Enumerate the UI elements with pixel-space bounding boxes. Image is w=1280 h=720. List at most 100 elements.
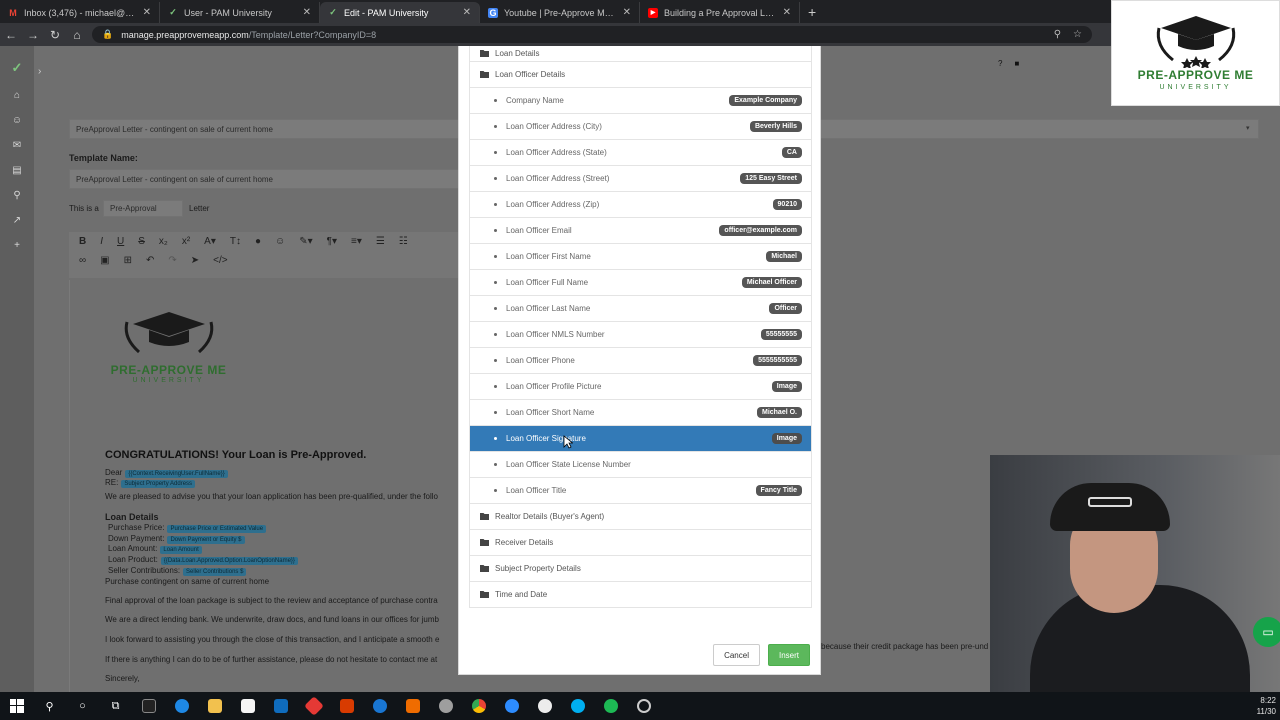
- url-field[interactable]: 🔒 manage.preapprovemeapp.com /Template/L…: [92, 26, 1092, 43]
- field-lo-email[interactable]: Loan Officer Email officer@example.com: [470, 218, 811, 244]
- emoji-icon[interactable]: ☺: [275, 236, 285, 247]
- merge-field-chip[interactable]: {{Data.Loan.Approved.Option.LoanOptionNa…: [160, 557, 298, 565]
- field-lo-address-state[interactable]: Loan Officer Address (State) CA: [470, 140, 811, 166]
- merge-field-chip[interactable]: Down Payment or Equity $: [167, 536, 245, 544]
- field-lo-signature[interactable]: Loan Officer Signature Image: [470, 426, 811, 452]
- chat-widget-icon[interactable]: ▭: [1253, 617, 1280, 647]
- plus-icon[interactable]: +: [14, 240, 20, 251]
- skype-icon[interactable]: [561, 692, 594, 720]
- folder-time-and-date[interactable]: Time and Date: [470, 582, 811, 608]
- field-company-name[interactable]: Company Name Example Company: [470, 88, 811, 114]
- field-lo-address-street[interactable]: Loan Officer Address (Street) 125 Easy St…: [470, 166, 811, 192]
- lock-icon[interactable]: ■: [1014, 59, 1019, 68]
- ordered-list-icon[interactable]: ☰: [376, 236, 385, 247]
- highlight-icon[interactable]: ●: [255, 236, 261, 247]
- field-lo-title[interactable]: Loan Officer Title Fancy Title: [470, 478, 811, 504]
- tab-gmail[interactable]: M Inbox (3,476) - michael@preapp... ✕: [0, 2, 160, 23]
- italic-icon[interactable]: I: [100, 236, 103, 247]
- image-icon[interactable]: ▣: [100, 255, 109, 266]
- bold-icon[interactable]: B: [79, 236, 86, 247]
- field-lo-last-name[interactable]: Loan Officer Last Name Officer: [470, 296, 811, 322]
- subscript-icon[interactable]: x₂: [159, 236, 168, 247]
- merge-field-chip[interactable]: Purchase Price or Estimated Value: [167, 525, 267, 533]
- insert-button[interactable]: Insert: [767, 644, 810, 666]
- folder-subject-property-details[interactable]: Subject Property Details: [470, 556, 811, 582]
- underline-icon[interactable]: U: [117, 236, 124, 247]
- file-explorer-icon[interactable]: [198, 692, 231, 720]
- letter-type-select[interactable]: Pre-Approval: [103, 200, 183, 217]
- cortana-icon[interactable]: ○: [66, 692, 99, 720]
- template-name-input[interactable]: PreApproval Letter - contingent on sale …: [69, 169, 459, 189]
- app-icon-gray[interactable]: [429, 692, 462, 720]
- edge-icon[interactable]: [165, 692, 198, 720]
- app-icon-1[interactable]: [132, 692, 165, 720]
- reload-icon[interactable]: ↻: [44, 28, 66, 42]
- tab-edit-pam[interactable]: ✓ Edit - PAM University ✕: [320, 2, 480, 23]
- tab-youtube-list[interactable]: G Youtube | Pre-Approve Me (List) ✕: [480, 2, 640, 23]
- field-lo-nmls-number[interactable]: Loan Officer NMLS Number 55555555: [470, 322, 811, 348]
- chevron-down-icon[interactable]: ▾: [1246, 124, 1250, 132]
- share-icon[interactable]: ↗: [13, 215, 21, 226]
- merge-field-chip[interactable]: Loan Amount: [160, 546, 202, 554]
- undo-icon[interactable]: ↶: [146, 255, 154, 266]
- font-size-icon[interactable]: T↕: [230, 236, 241, 247]
- home-icon[interactable]: ⌂: [66, 28, 88, 42]
- folder-realtor-details[interactable]: Realtor Details (Buyer's Agent): [470, 504, 811, 530]
- strikethrough-icon[interactable]: S: [138, 236, 145, 247]
- paragraph-icon[interactable]: ¶▾: [327, 236, 337, 247]
- back-icon[interactable]: ←: [0, 28, 22, 42]
- cancel-button[interactable]: Cancel: [713, 644, 760, 666]
- check-logo-icon[interactable]: ✓: [12, 60, 23, 76]
- code-view-icon[interactable]: </>: [213, 255, 227, 266]
- app-icon-red[interactable]: [297, 692, 330, 720]
- redo-icon[interactable]: ↷: [168, 255, 176, 266]
- zoom-icon[interactable]: ⚲: [1054, 29, 1061, 40]
- align-icon[interactable]: ≡▾: [351, 236, 362, 247]
- unordered-list-icon[interactable]: ☷: [399, 236, 408, 247]
- superscript-icon[interactable]: x²: [182, 236, 190, 247]
- chevron-right-icon[interactable]: ›: [38, 66, 41, 77]
- help-icon[interactable]: ?: [998, 59, 1002, 68]
- search-icon[interactable]: ⚲: [33, 692, 66, 720]
- mail-icon[interactable]: [264, 692, 297, 720]
- search-icon[interactable]: ⚲: [13, 190, 20, 201]
- app-icon-orange[interactable]: [396, 692, 429, 720]
- field-lo-first-name[interactable]: Loan Officer First Name Michael: [470, 244, 811, 270]
- forward-icon[interactable]: →: [22, 28, 44, 42]
- field-lo-full-name[interactable]: Loan Officer Full Name Michael Officer: [470, 270, 811, 296]
- font-color-icon[interactable]: A▾: [204, 236, 216, 247]
- field-lo-state-license-number[interactable]: Loan Officer State License Number: [470, 452, 811, 478]
- store-icon[interactable]: [231, 692, 264, 720]
- app-icon-blue[interactable]: [363, 692, 396, 720]
- letter-editor[interactable]: PRE-APPROVE ME UNIVERSITY CONGRATULATION…: [69, 280, 469, 692]
- paint-icon[interactable]: ✎▾: [299, 236, 312, 247]
- folder-loan-officer-details[interactable]: Loan Officer Details: [470, 62, 811, 88]
- new-tab-button[interactable]: +: [800, 2, 824, 23]
- close-icon[interactable]: ✕: [463, 7, 471, 18]
- link-icon[interactable]: ∞: [79, 255, 86, 266]
- field-lo-short-name[interactable]: Loan Officer Short Name Michael O.: [470, 400, 811, 426]
- spotify-icon[interactable]: [594, 692, 627, 720]
- field-lo-address-zip[interactable]: Loan Officer Address (Zip) 90210: [470, 192, 811, 218]
- close-icon[interactable]: ✕: [783, 7, 791, 18]
- select-icon[interactable]: ➤: [191, 255, 199, 266]
- folder-loan-details[interactable]: Loan Details: [470, 46, 811, 62]
- field-lo-profile-picture[interactable]: Loan Officer Profile Picture Image: [470, 374, 811, 400]
- office-icon[interactable]: [330, 692, 363, 720]
- field-lo-address-city[interactable]: Loan Officer Address (City) Beverly Hills: [470, 114, 811, 140]
- chrome-icon[interactable]: [462, 692, 495, 720]
- app-icon-circle[interactable]: [627, 692, 660, 720]
- merge-field-chip[interactable]: {{Context.ReceivingUser.FullName}}: [125, 470, 228, 478]
- merge-field-chip[interactable]: Subject Property Address: [121, 480, 196, 488]
- field-lo-phone[interactable]: Loan Officer Phone 5555555555: [470, 348, 811, 374]
- windows-start-icon[interactable]: [0, 692, 33, 720]
- system-clock[interactable]: 8:22 11/30: [1257, 695, 1280, 717]
- task-view-icon[interactable]: ⧉: [99, 692, 132, 720]
- close-icon[interactable]: ✕: [303, 7, 311, 18]
- tab-building-letter[interactable]: ▶ Building a Pre Approval Letter an... ✕: [640, 2, 800, 23]
- chat-icon[interactable]: ✉: [13, 140, 21, 151]
- table-icon[interactable]: ⊞: [124, 255, 132, 266]
- document-icon[interactable]: ▤: [12, 165, 21, 176]
- merge-field-chip[interactable]: Seller Contributions $: [183, 568, 247, 576]
- folder-receiver-details[interactable]: Receiver Details: [470, 530, 811, 556]
